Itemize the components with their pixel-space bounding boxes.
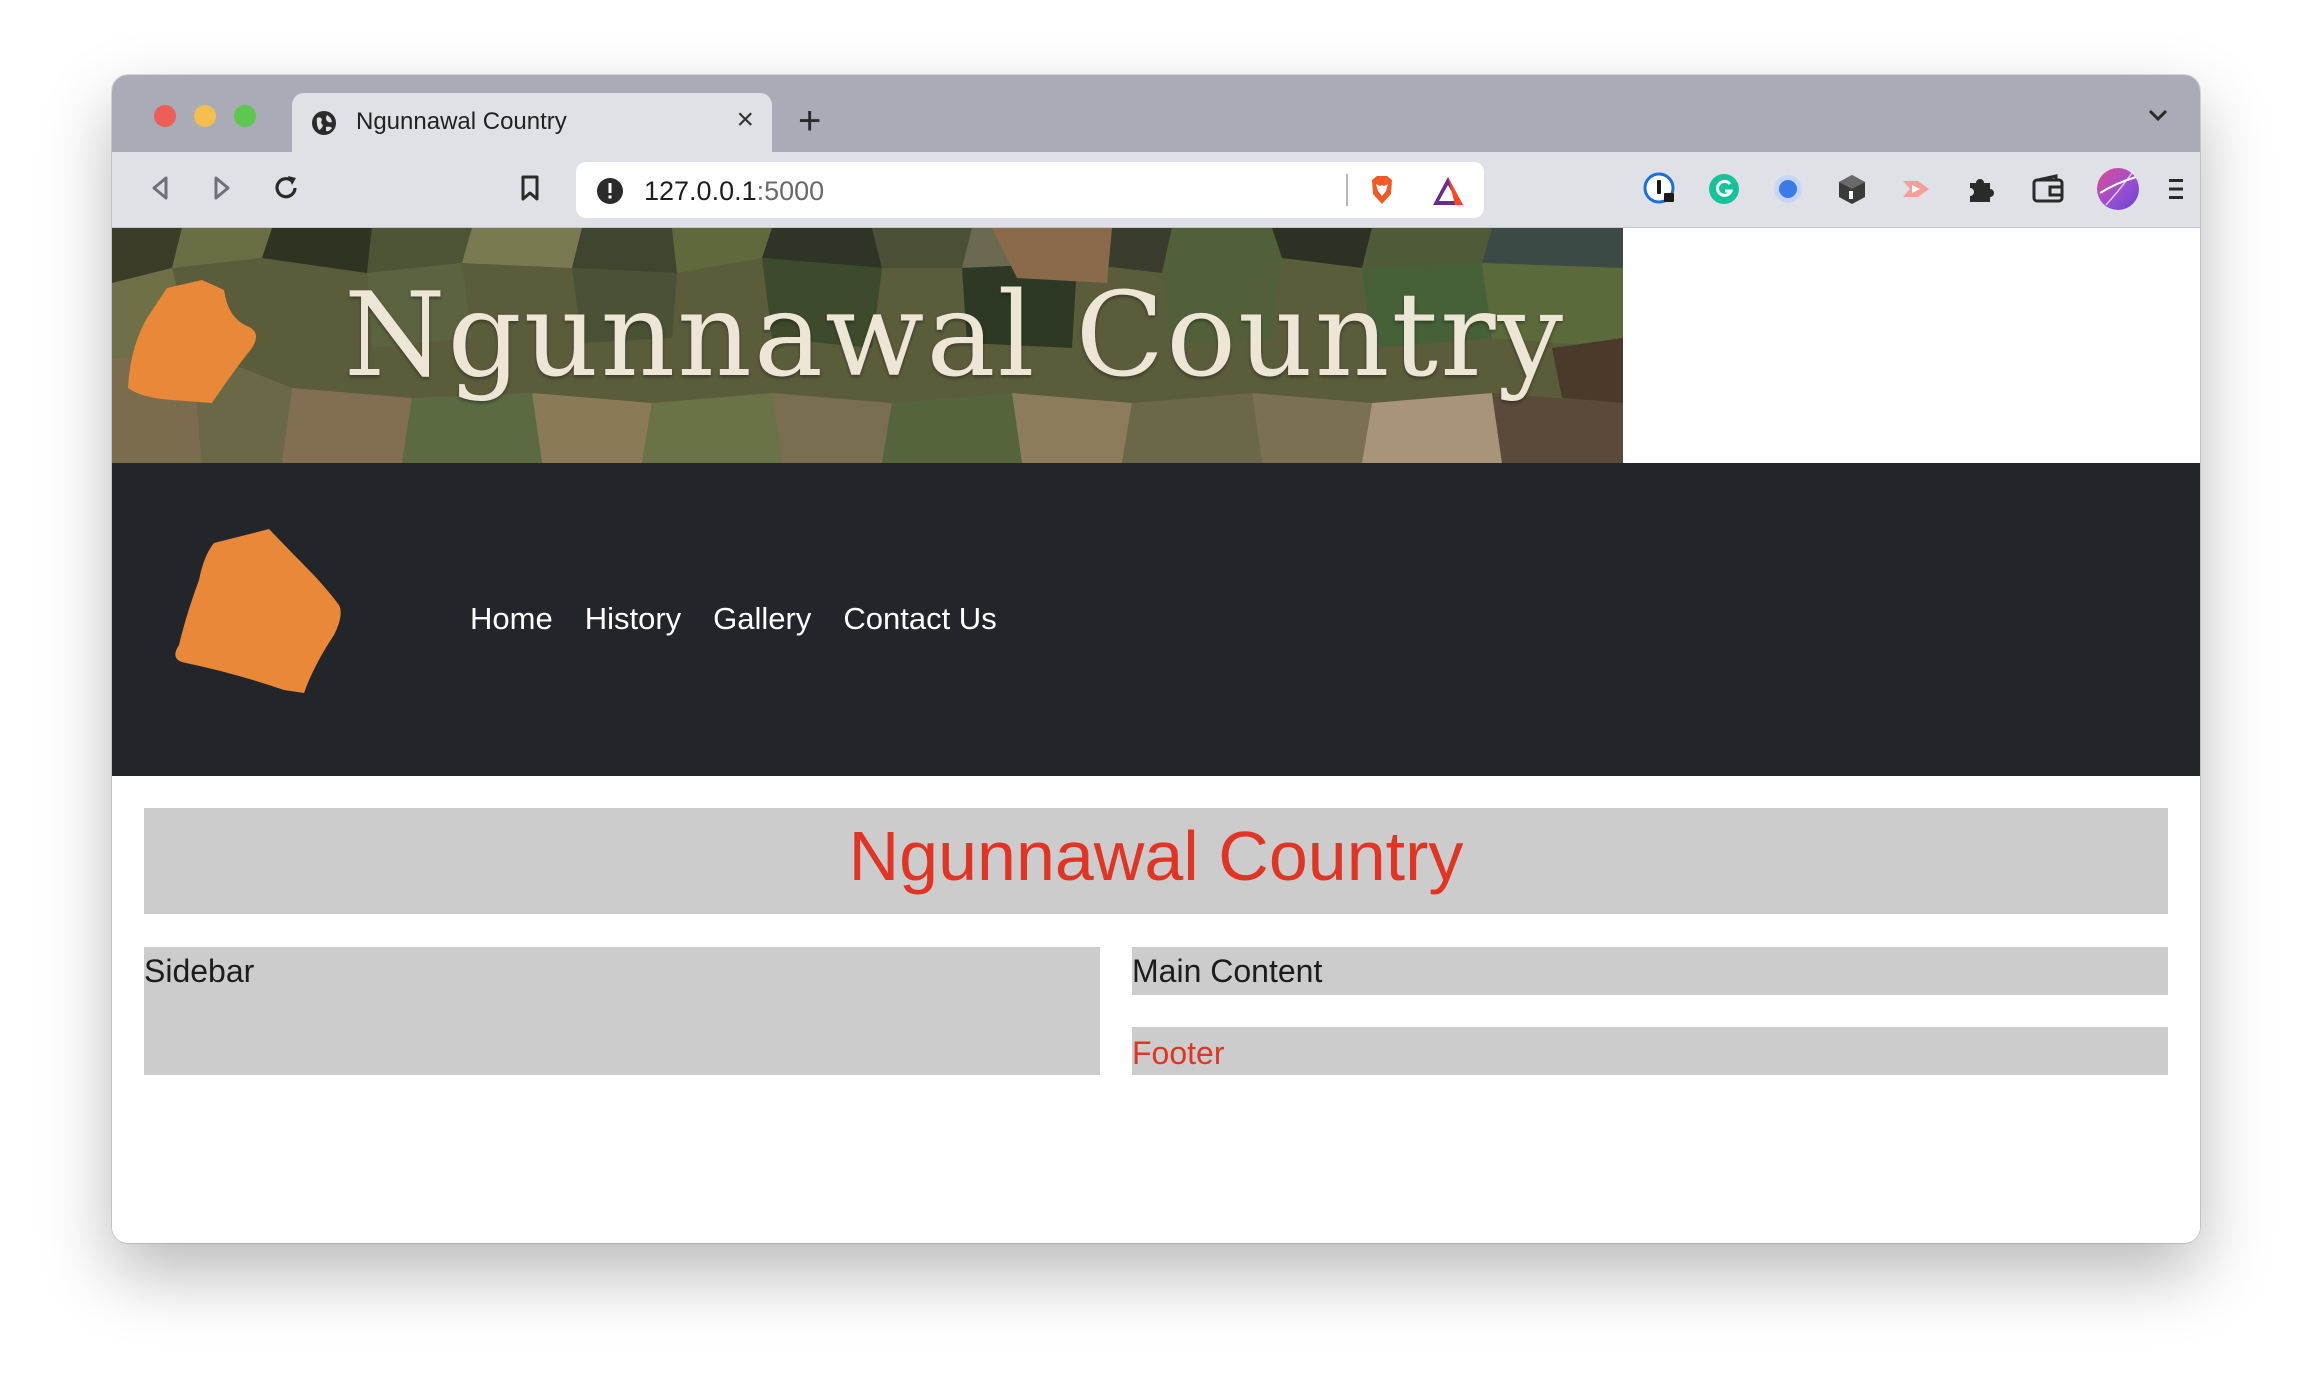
profile-avatar[interactable] [2096,167,2140,211]
info-icon[interactable] [596,177,624,205]
back-icon[interactable] [142,170,178,206]
onepassword-icon[interactable] [1642,171,1678,207]
brave-shield-icon[interactable] [1364,172,1400,208]
forward-icon[interactable] [204,170,240,206]
tab-strip: Ngunnawal Country × + [112,75,2200,152]
wallet-icon[interactable] [2030,171,2066,207]
nav-links: Home History Gallery Contact Us [470,601,997,637]
web-page: Ngunnawal Country Home History Gallery C… [112,228,2200,1243]
cube-extension-icon[interactable] [1834,171,1870,207]
globe-icon [312,111,336,135]
url-text: 127.0.0.1:5000 [644,176,824,207]
navbar: Home History Gallery Contact Us [112,463,2200,776]
bookmark-icon[interactable] [512,170,548,206]
blue-dot-extension-icon[interactable] [1770,171,1806,207]
close-window-button[interactable] [154,105,176,127]
menu-icon[interactable] [2158,171,2194,207]
url-port: :5000 [756,176,825,206]
page-title-box: Ngunnawal Country [144,808,2168,914]
chevron-down-icon[interactable] [2144,105,2172,125]
sidebar: Sidebar [144,947,1100,1075]
url-host: 127.0.0.1 [644,176,757,206]
reload-icon[interactable] [268,170,304,206]
nav-link-home[interactable]: Home [470,601,553,637]
browser-toolbar: 127.0.0.1:5000 [112,152,2200,228]
puzzle-icon[interactable] [1962,171,1998,207]
address-divider [1346,174,1348,206]
main-content: Main Content [1132,947,2168,995]
footer: Footer [1132,1027,2168,1075]
nav-link-gallery[interactable]: Gallery [713,601,811,637]
site-logo[interactable] [164,525,392,705]
minimize-window-button[interactable] [194,105,216,127]
banner-title: Ngunnawal Country [344,268,1566,403]
nav-link-history[interactable]: History [585,601,681,637]
bat-rewards-icon[interactable] [1430,174,1466,208]
grammarly-icon[interactable] [1706,171,1742,207]
maximize-window-button[interactable] [234,105,256,127]
close-icon[interactable]: × [736,105,754,135]
page-title: Ngunnawal Country [848,817,1464,895]
nav-link-contact-us[interactable]: Contact Us [843,601,996,637]
address-bar[interactable]: 127.0.0.1:5000 [576,162,1484,218]
header-banner: Ngunnawal Country [112,228,1623,463]
tab-title: Ngunnawal Country [356,108,567,135]
tab-active[interactable]: Ngunnawal Country × [292,93,772,152]
arrow-extension-icon[interactable] [1898,171,1934,207]
browser-window: Ngunnawal Country × + 127.0.0.1:5000 Ngu… [112,75,2200,1243]
plus-icon[interactable]: + [798,101,821,141]
